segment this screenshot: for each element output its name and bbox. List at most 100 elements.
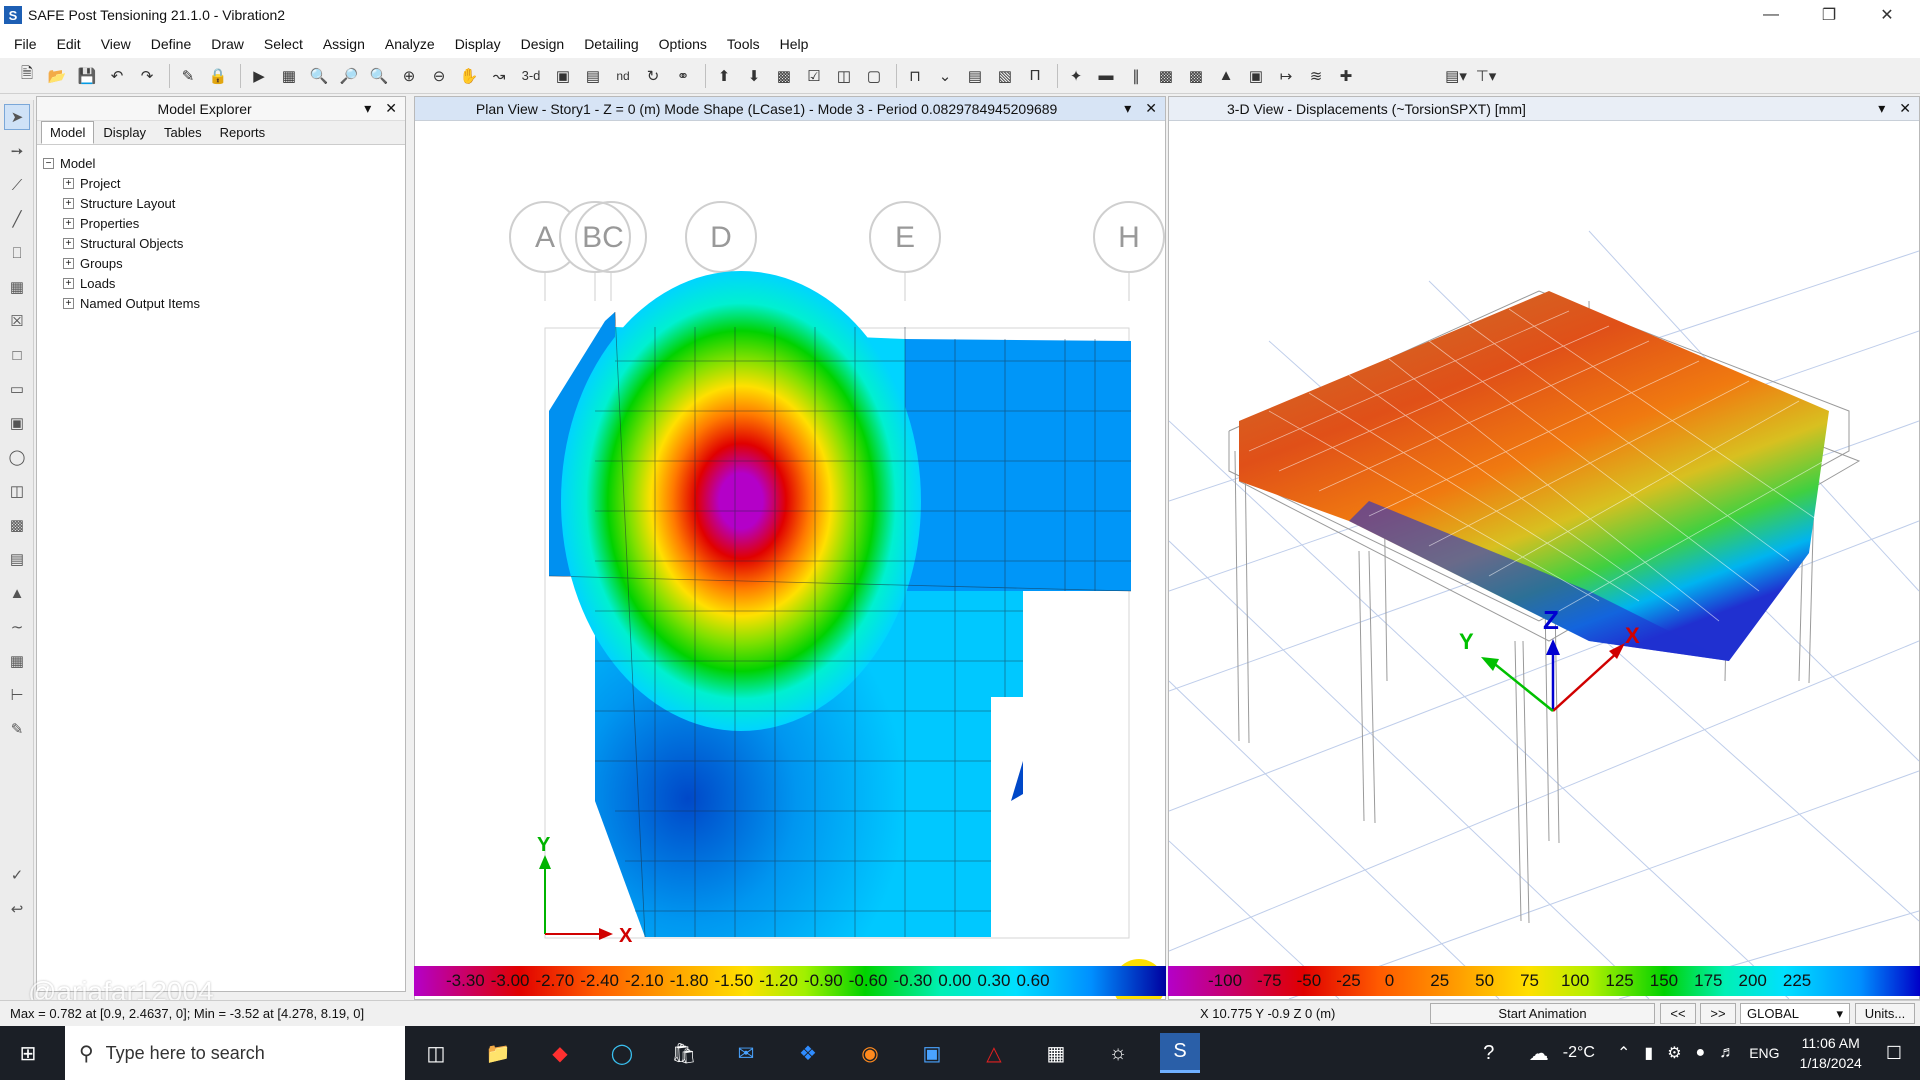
panel-close-icon[interactable]: ✕ [385, 100, 397, 117]
plan-view-button[interactable]: ▣ [550, 63, 576, 89]
view-3d-canvas[interactable]: Z X Y [1169, 121, 1919, 999]
tendon-button[interactable]: ≋ [1303, 63, 1329, 89]
tree-node-structural-objects[interactable]: + Structural Objects [43, 233, 399, 253]
draw-line-tool[interactable]: ⟋ [4, 172, 30, 198]
acrobat-button[interactable]: △ [974, 1033, 1014, 1073]
menu-define[interactable]: Define [141, 36, 201, 52]
tree-node-project[interactable]: + Project [43, 173, 399, 193]
draw-strip-tool[interactable]: ▩ [4, 512, 30, 538]
app-globe-button[interactable]: ☼ [1098, 1033, 1138, 1073]
run-analysis-button[interactable]: ▶ [246, 63, 272, 89]
menu-help[interactable]: Help [770, 36, 819, 52]
perspective-button[interactable]: ⚭ [670, 63, 696, 89]
draw-column-tool[interactable]: ⎕ [4, 240, 30, 266]
expand-icon[interactable]: + [63, 237, 74, 249]
menu-view[interactable]: View [91, 36, 141, 52]
weather-button[interactable]: ☁ [1519, 1033, 1559, 1073]
expand-icon[interactable]: + [63, 197, 74, 209]
tab-display[interactable]: Display [94, 121, 155, 144]
draw-slab-button[interactable]: ▬ [1093, 63, 1119, 89]
store-button[interactable]: 🛍 [664, 1033, 704, 1073]
extrude-button[interactable]: ▢ [861, 63, 887, 89]
start-animation-button[interactable]: Start Animation [1430, 1003, 1655, 1024]
undo-button[interactable]: ↶ [104, 63, 130, 89]
draw-grid-tool[interactable]: ▦ [4, 648, 30, 674]
select-all-tool[interactable]: ✓ [4, 862, 30, 888]
network-icon[interactable]: ⚙ [1667, 1043, 1681, 1063]
lock-button[interactable]: 🔒 [205, 63, 231, 89]
task-view-button[interactable]: ◫ [416, 1033, 456, 1073]
move-down-button[interactable]: ⬇ [741, 63, 767, 89]
menu-analyze[interactable]: Analyze [375, 36, 445, 52]
zoom-restore-button[interactable]: 🔎 [336, 63, 362, 89]
open-file-button[interactable]: 📂 [44, 63, 70, 89]
start-button[interactable]: ⊞ [8, 1033, 48, 1073]
quick-draw-button[interactable]: ✚ [1333, 63, 1359, 89]
edge-browser-button[interactable]: ◯ [602, 1033, 642, 1073]
menu-display[interactable]: Display [445, 36, 511, 52]
draw-rectangle-tool[interactable]: ▭ [4, 376, 30, 402]
firefox-button[interactable]: ◉ [850, 1033, 890, 1073]
draw-area-button[interactable]: ▩ [1153, 63, 1179, 89]
taskbar-search-box[interactable]: ⚲ Type here to search [65, 1026, 405, 1080]
draw-design-strip-tool[interactable]: ▤ [4, 546, 30, 572]
menu-select[interactable]: Select [254, 36, 313, 52]
draw-ramp-button[interactable]: ▲ [1213, 63, 1239, 89]
tab-model[interactable]: Model [41, 121, 95, 144]
tree-node-structure-layout[interactable]: + Structure Layout [43, 193, 399, 213]
zoom-window-button[interactable]: 🔍 [306, 63, 332, 89]
measure-button[interactable]: ↝ [486, 63, 512, 89]
view-3d-button[interactable]: 3-d [516, 63, 546, 89]
expand-icon[interactable]: + [63, 217, 74, 229]
draw-slab-rebar-tool[interactable]: ∼ [4, 614, 30, 640]
taskbar-clock[interactable]: 11:06 AM 1/18/2024 [1800, 1033, 1862, 1073]
new-file-button[interactable]: 🗎 [14, 63, 40, 89]
menu-design[interactable]: Design [511, 36, 575, 52]
etabs-button[interactable]: ▣ [912, 1033, 952, 1073]
edit-pencil-button[interactable]: ✎ [175, 63, 201, 89]
set-display-button[interactable]: ◫ [831, 63, 857, 89]
filter-dropdown-button[interactable]: ⊤▾ [1473, 63, 1499, 89]
coord-system-select[interactable]: GLOBAL ▾ [1740, 1003, 1850, 1024]
forces-button[interactable]: ▧ [992, 63, 1018, 89]
deformed-shape-button[interactable]: ⌄ [932, 63, 958, 89]
safe-app-button[interactable]: S [1160, 1033, 1200, 1073]
view-close-icon[interactable]: ✕ [1145, 100, 1157, 117]
microphone-icon[interactable]: ● [1696, 1044, 1706, 1062]
menu-options[interactable]: Options [649, 36, 717, 52]
menu-edit[interactable]: Edit [47, 36, 91, 52]
move-up-button[interactable]: ⬆ [711, 63, 737, 89]
draw-tendon-tool[interactable]: ▲ [4, 580, 30, 606]
draw-area-tool[interactable]: □ [4, 342, 30, 368]
tab-tables[interactable]: Tables [155, 121, 211, 144]
check-button[interactable]: ☑ [801, 63, 827, 89]
menu-draw[interactable]: Draw [201, 36, 254, 52]
mail-button[interactable]: ✉ [726, 1033, 766, 1073]
tab-reports[interactable]: Reports [211, 121, 275, 144]
draw-beam-button[interactable]: ∥ [1123, 63, 1149, 89]
draw-dimension-tool[interactable]: ⊢ [4, 682, 30, 708]
expand-icon[interactable]: + [63, 277, 74, 289]
dropbox-button[interactable]: ❖ [788, 1033, 828, 1073]
menu-detailing[interactable]: Detailing [574, 36, 648, 52]
strip-forces-button[interactable]: Π [1022, 63, 1048, 89]
zoom-in-button[interactable]: ⊕ [396, 63, 422, 89]
menu-assign[interactable]: Assign [313, 36, 375, 52]
draw-wall-tool[interactable]: ▦ [4, 274, 30, 300]
select-object-button[interactable]: ▣ [1243, 63, 1269, 89]
draw-opening-tool[interactable]: ▣ [4, 410, 30, 436]
panel-dropdown-icon[interactable]: ▾ [364, 100, 371, 117]
tree-node-named-output-items[interactable]: + Named Output Items [43, 293, 399, 313]
menu-file[interactable]: File [4, 36, 47, 52]
view-dropdown-icon[interactable]: ▾ [1124, 100, 1131, 117]
draw-brace-tool[interactable]: ☒ [4, 308, 30, 334]
calculator-button[interactable]: ▦ [1036, 1033, 1076, 1073]
tree-node-loads[interactable]: + Loads [43, 273, 399, 293]
tree-node-properties[interactable]: + Properties [43, 213, 399, 233]
reshape-tool[interactable]: ➙ [4, 138, 30, 164]
chevron-up-icon[interactable]: ⌃ [1617, 1043, 1630, 1063]
view-3d-pane[interactable]: 3-D View - Displacements (~TorsionSPXT) … [1168, 96, 1920, 1000]
zoom-out-button[interactable]: ⊖ [426, 63, 452, 89]
draw-circle-tool[interactable]: ◯ [4, 444, 30, 470]
elevation-view-button[interactable]: ▤ [580, 63, 606, 89]
